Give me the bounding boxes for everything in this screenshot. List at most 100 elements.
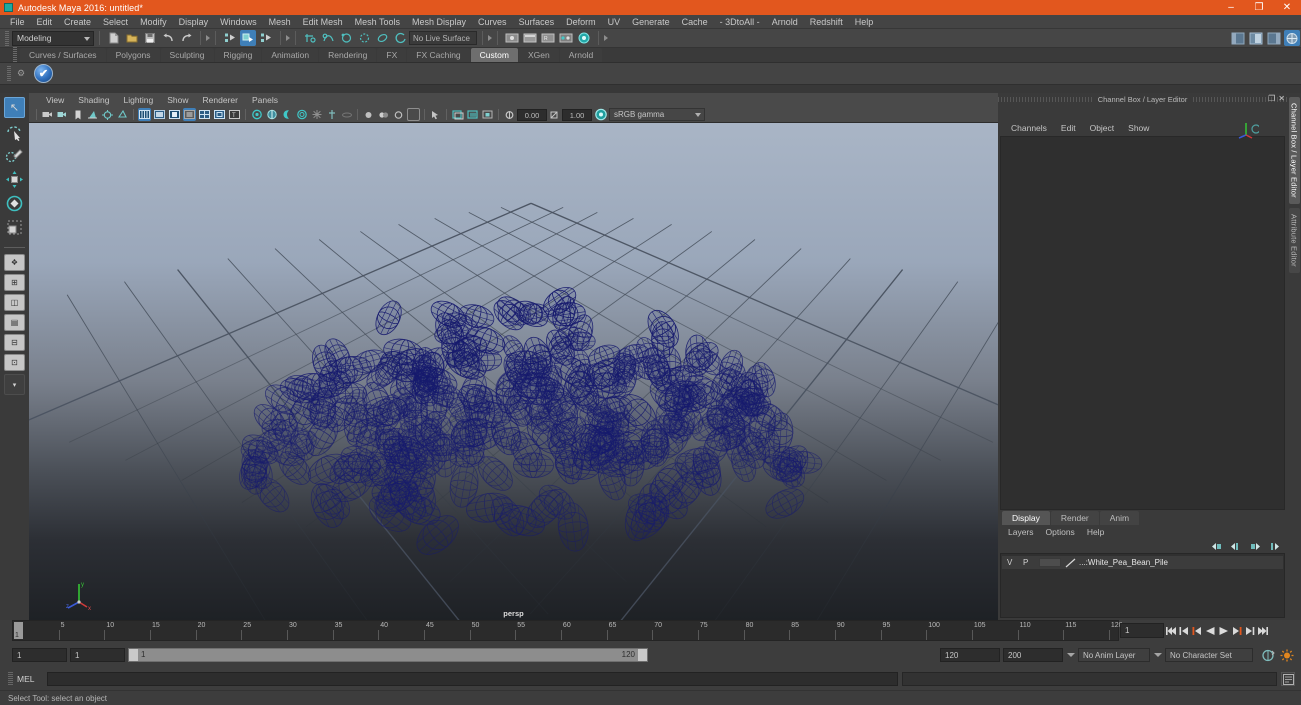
toolbar-expand-right-icon[interactable]: [206, 35, 210, 41]
viewport-menu-panels[interactable]: Panels: [245, 93, 285, 107]
menu-arnold[interactable]: Arnold: [766, 15, 804, 29]
character-set-selector[interactable]: No Character Set: [1165, 648, 1253, 662]
menu-modify[interactable]: Modify: [134, 15, 173, 29]
minimize-button[interactable]: –: [1217, 0, 1245, 15]
tab-display[interactable]: Display: [1002, 511, 1050, 525]
menu-set-selector[interactable]: Modeling: [12, 30, 94, 46]
time-slider[interactable]: 5 10 15 20 25 30 35 40 45 50 55 60 65 70 75 80 85 90 95 100…: [12, 620, 1123, 641]
flat-shade-icon[interactable]: [183, 108, 196, 121]
menu-help[interactable]: Help: [849, 15, 880, 29]
shelf-grip[interactable]: [13, 47, 17, 62]
range-end-handle[interactable]: [638, 649, 647, 661]
anim-layer-selector[interactable]: No Anim Layer: [1078, 648, 1150, 662]
menu-cache[interactable]: Cache: [676, 15, 714, 29]
vtab-attribute-editor[interactable]: Attribute Editor: [1288, 207, 1300, 273]
move-tool[interactable]: [4, 169, 25, 190]
lasso-select-tool[interactable]: [4, 121, 25, 142]
viewport-gate-icon[interactable]: [407, 108, 420, 121]
shelf-item-check-icon[interactable]: ✔: [34, 64, 53, 83]
toolbar-grip[interactable]: [5, 30, 9, 46]
layout-two-horizontal[interactable]: ▤: [4, 314, 25, 331]
shelf-tab-rendering[interactable]: Rendering: [319, 48, 377, 62]
render-settings-icon[interactable]: R: [540, 30, 556, 46]
channel-box-content[interactable]: [1000, 136, 1285, 510]
gate-mask-icon[interactable]: [481, 108, 494, 121]
command-response-field[interactable]: [902, 672, 1277, 686]
layer-row[interactable]: V P ...:White_Pea_Bean_Pile: [1002, 556, 1283, 569]
shelf-tab-polygons[interactable]: Polygons: [106, 48, 160, 62]
two-sided-lighting-icon[interactable]: [101, 108, 114, 121]
menu-file[interactable]: File: [4, 15, 31, 29]
menu-generate[interactable]: Generate: [626, 15, 676, 29]
new-scene-icon[interactable]: [106, 30, 122, 46]
smooth-shade-textured-icon[interactable]: [168, 108, 181, 121]
live-surface-field[interactable]: No Live Surface: [409, 31, 477, 45]
layout-outliner-persp[interactable]: ⊡: [4, 354, 25, 371]
layout-more[interactable]: ▾: [4, 374, 25, 395]
menu-create[interactable]: Create: [58, 15, 97, 29]
gamma-value[interactable]: 1.00: [562, 108, 592, 121]
layer-move-right-2-icon[interactable]: [1268, 542, 1279, 551]
toolbar-expand-right-icon[interactable]: [286, 35, 290, 41]
undo-icon[interactable]: [160, 30, 176, 46]
go-to-start-icon[interactable]: [1166, 624, 1177, 637]
current-frame-field[interactable]: 1: [1120, 623, 1164, 638]
exposure-value[interactable]: 0.00: [517, 108, 547, 121]
shelf-tab-fx-caching[interactable]: FX Caching: [407, 48, 470, 62]
layer-list[interactable]: V P ...:White_Pea_Bean_Pile: [1000, 553, 1285, 618]
shelf-tab-fx[interactable]: FX: [377, 48, 407, 62]
select-component-arrow-icon[interactable]: [429, 108, 442, 121]
menu-mesh-tools[interactable]: Mesh Tools: [349, 15, 406, 29]
color-management-icon[interactable]: [593, 108, 608, 121]
snap-to-point-icon[interactable]: [338, 30, 354, 46]
lights-default-icon[interactable]: [250, 108, 263, 121]
close-button[interactable]: ✕: [1273, 0, 1301, 15]
depth-of-field-icon[interactable]: [340, 108, 353, 121]
command-input[interactable]: [47, 672, 898, 686]
current-time-indicator[interactable]: 1: [14, 622, 23, 639]
lights-all-icon[interactable]: [265, 108, 278, 121]
select-by-hierarchy-icon[interactable]: [222, 30, 238, 46]
animation-end-field[interactable]: 200: [1003, 648, 1063, 662]
step-forward-keyframe-icon[interactable]: [1244, 624, 1255, 637]
viewport-menu-renderer[interactable]: Renderer: [196, 93, 245, 107]
animation-preferences-icon[interactable]: [1279, 648, 1295, 663]
save-scene-icon[interactable]: [142, 30, 158, 46]
go-to-end-icon[interactable]: [1257, 624, 1268, 637]
menu-redshift[interactable]: Redshift: [804, 15, 849, 29]
render-current-frame-icon[interactable]: [504, 30, 520, 46]
menu-select[interactable]: Select: [97, 15, 134, 29]
layout-three-split[interactable]: ⊟: [4, 334, 25, 351]
step-back-frame-icon[interactable]: [1192, 624, 1203, 637]
layer-move-right-icon[interactable]: [1249, 542, 1260, 551]
shelf-tab-curves-surfaces[interactable]: Curves / Surfaces: [20, 48, 106, 62]
menu-mesh[interactable]: Mesh: [263, 15, 297, 29]
menu-edit[interactable]: Edit: [31, 15, 59, 29]
grid-toggle-icon[interactable]: [377, 108, 390, 121]
shelf-tab-rigging[interactable]: Rigging: [214, 48, 262, 62]
tab-anim[interactable]: Anim: [1099, 511, 1140, 525]
hypershade-icon[interactable]: [558, 30, 574, 46]
snap-to-projected-center-icon[interactable]: [356, 30, 372, 46]
wireframe-on-shaded-icon[interactable]: [198, 108, 211, 121]
snap-to-grid-icon[interactable]: [302, 30, 318, 46]
play-forwards-icon[interactable]: [1218, 624, 1229, 637]
image-plane-icon[interactable]: [86, 108, 99, 121]
camera-attributes-icon[interactable]: [56, 108, 69, 121]
channel-menu-channels[interactable]: Channels: [1004, 121, 1054, 136]
toolbar-expand-right-icon[interactable]: [488, 35, 492, 41]
animation-start-field[interactable]: 1: [12, 648, 67, 662]
chevron-down-icon[interactable]: [1153, 648, 1162, 662]
layer-playback-toggle[interactable]: P: [1023, 558, 1039, 567]
shelf-tab-animation[interactable]: Animation: [262, 48, 319, 62]
menu-display[interactable]: Display: [173, 15, 215, 29]
panel-float-icon[interactable]: ❐: [1268, 94, 1275, 103]
layout-four-view[interactable]: ⊞: [4, 274, 25, 291]
layer-name[interactable]: ...:White_Pea_Bean_Pile: [1079, 558, 1168, 567]
menu-deform[interactable]: Deform: [560, 15, 602, 29]
toolbar-expand-right-icon[interactable]: [604, 35, 608, 41]
layer-menu-layers[interactable]: Layers: [1002, 525, 1040, 539]
viewport-menu-lighting[interactable]: Lighting: [116, 93, 160, 107]
isolate-select-icon[interactable]: [362, 108, 375, 121]
play-backwards-icon[interactable]: [1205, 624, 1216, 637]
